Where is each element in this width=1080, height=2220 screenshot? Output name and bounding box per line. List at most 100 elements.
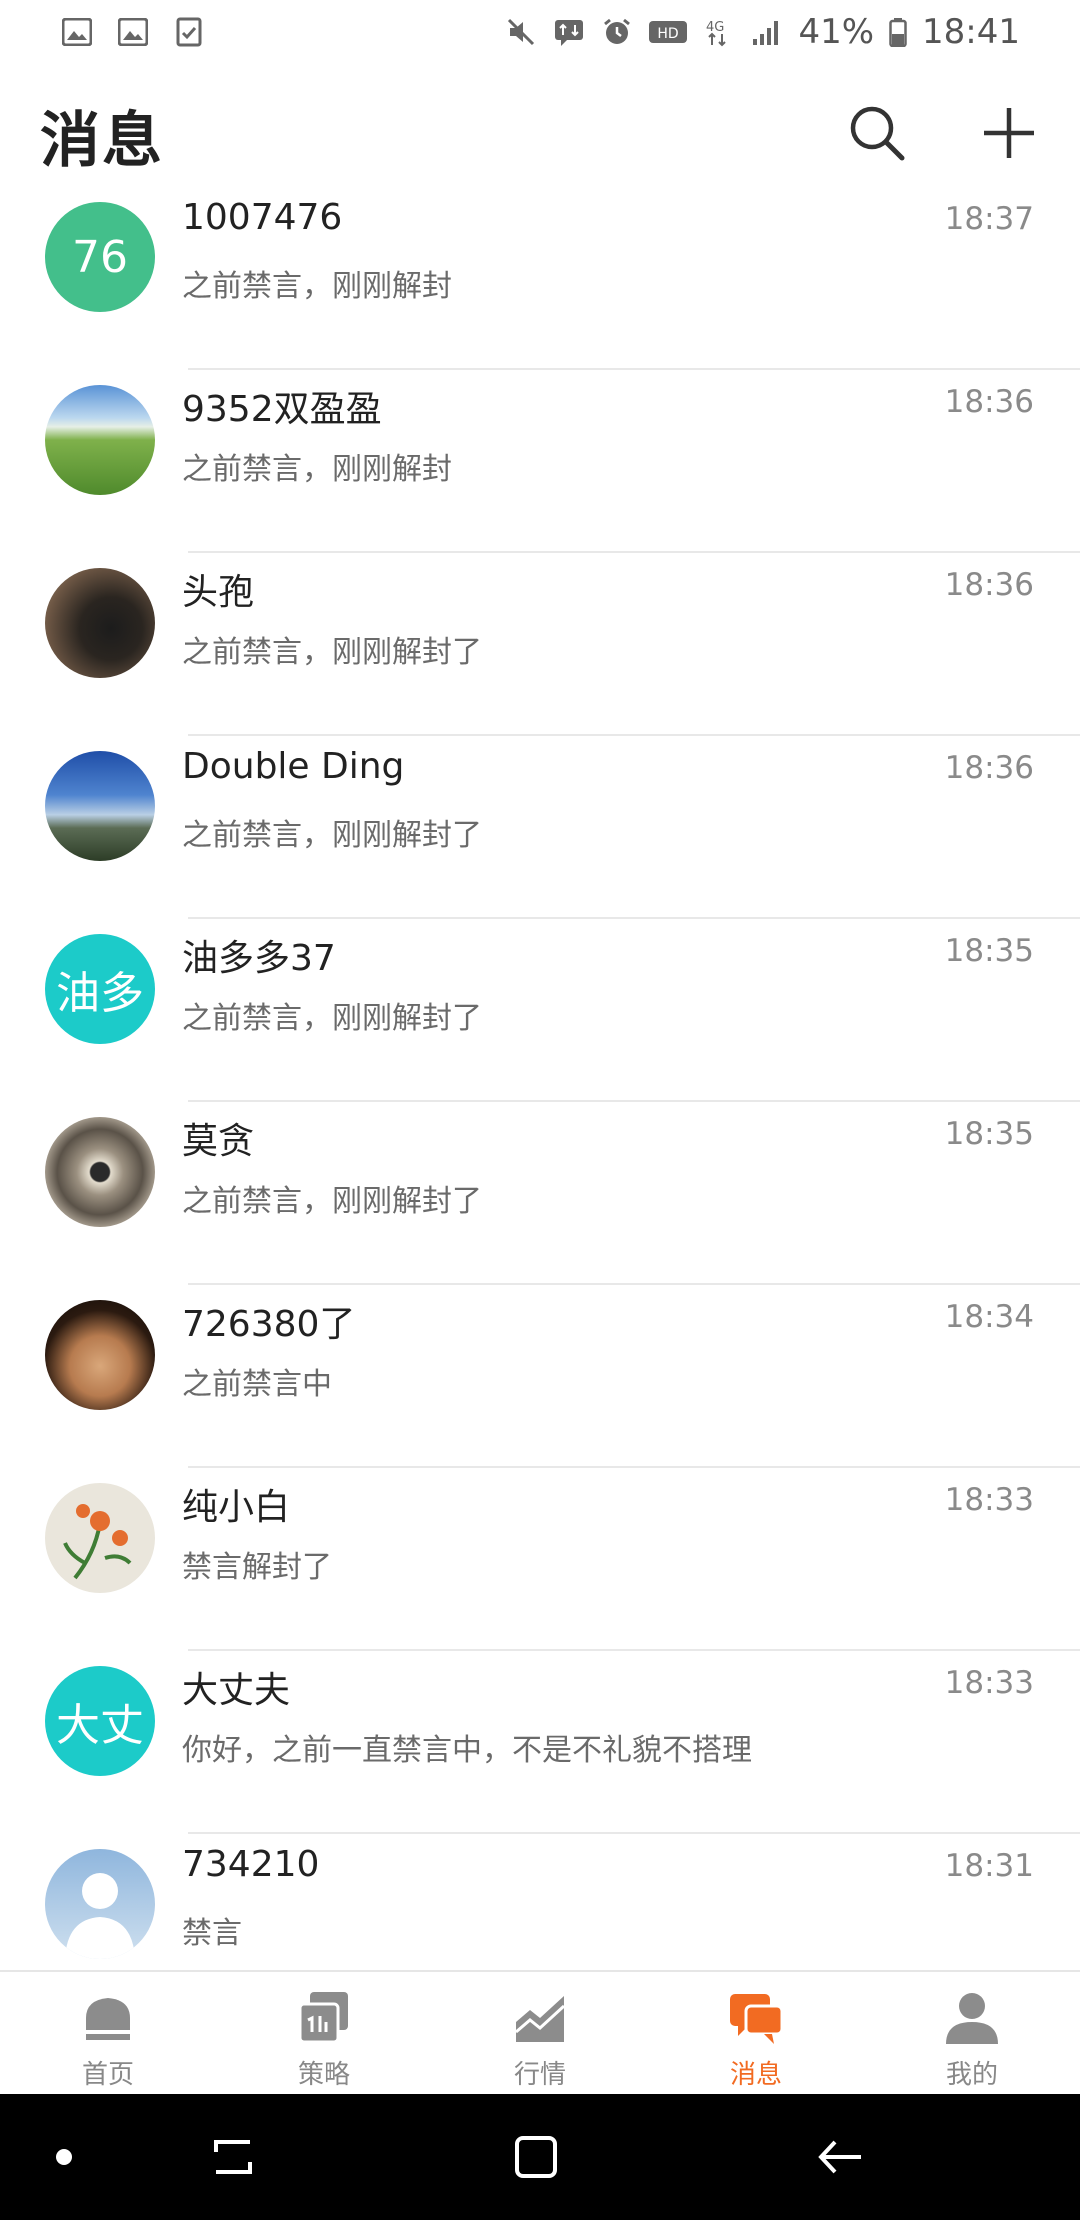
conversation-name: Double Ding — [182, 746, 405, 787]
hd-icon: HD — [648, 17, 688, 47]
search-icon — [848, 104, 906, 166]
dot-icon — [56, 2149, 72, 2165]
avatar — [45, 568, 155, 678]
image-icon — [116, 17, 150, 47]
tab-label: 行情 — [513, 2060, 566, 2090]
conversation-time: 18:37 — [944, 201, 1034, 237]
alarm-icon — [600, 17, 634, 47]
conversation-preview: 禁言解封了 — [182, 1550, 332, 1585]
conversation-preview: 之前禁言中 — [182, 1367, 332, 1402]
conversation-list: 76 1007476 18:37 之前禁言，刚刚解封 9352双盈盈 18:36… — [0, 187, 1080, 2017]
chart-icon — [515, 1996, 566, 2042]
recent-apps-button[interactable] — [203, 2127, 263, 2187]
back-button[interactable] — [810, 2127, 870, 2187]
conversation-name: 9352双盈盈 — [182, 389, 382, 430]
page-title: 消息 — [40, 105, 164, 176]
svg-text:HD: HD — [658, 26, 679, 42]
conversation-time: 18:35 — [944, 1116, 1034, 1152]
conversation-preview: 之前禁言，刚刚解封了 — [182, 635, 482, 670]
avatar — [45, 1849, 155, 1959]
back-icon — [818, 2140, 861, 2174]
conversation-time: 18:33 — [944, 1482, 1034, 1518]
signal-icon — [750, 17, 784, 47]
avatar — [45, 1300, 155, 1410]
conversation-item[interactable]: 大丈 大丈夫 18:33 你好，之前一直禁言中，不是不礼貌不搭理 — [0, 1651, 1080, 1834]
battery-percent: 41% — [798, 12, 875, 52]
conversation-time: 18:31 — [944, 1848, 1034, 1884]
conversation-time: 18:35 — [944, 933, 1034, 969]
status-bar: HD 4G 41% 18:41 — [0, 0, 1080, 64]
conversation-item[interactable]: 9352双盈盈 18:36 之前禁言，刚刚解封 — [0, 370, 1080, 553]
conversation-time: 18:36 — [944, 567, 1034, 603]
plus-icon — [981, 105, 1037, 165]
battery-icon — [888, 17, 908, 47]
app-header: 消息 — [0, 80, 1080, 190]
avatar — [45, 1483, 155, 1593]
home-button[interactable] — [506, 2127, 566, 2187]
status-time: 18:41 — [922, 12, 1020, 52]
conversation-name: 大丈夫 — [182, 1670, 291, 1711]
tab-strategy[interactable]: 策略 — [216, 1972, 432, 2096]
avatar — [45, 751, 155, 861]
conversation-time: 18:36 — [944, 750, 1034, 786]
status-bar-right: HD 4G 41% 18:41 — [504, 12, 1020, 52]
conversation-time: 18:34 — [944, 1299, 1034, 1335]
avatar: 76 — [45, 202, 155, 312]
conversation-name: 726380了 — [182, 1304, 356, 1345]
strategy-icon — [298, 1992, 348, 2044]
flower-icon — [63, 1504, 132, 1580]
conversation-name: 油多多37 — [182, 938, 336, 979]
conversation-item[interactable]: 油多 油多多37 18:35 之前禁言，刚刚解封了 — [0, 919, 1080, 1102]
add-button[interactable] — [978, 104, 1040, 166]
conversation-item[interactable]: 头孢 18:36 之前禁言，刚刚解封了 — [0, 553, 1080, 736]
nav-dot-button[interactable] — [34, 2127, 94, 2187]
recent-apps-icon — [214, 2140, 252, 2174]
conversation-item[interactable]: 纯小白 18:33 禁言解封了 — [0, 1468, 1080, 1651]
conversation-time: 18:33 — [944, 1665, 1034, 1701]
conversation-name: 头孢 — [182, 572, 255, 613]
tab-label: 首页 — [81, 2060, 134, 2090]
tab-label: 策略 — [297, 2060, 350, 2090]
conversation-preview: 之前禁言，刚刚解封了 — [182, 818, 482, 853]
conversation-preview: 之前禁言，刚刚解封了 — [182, 1001, 482, 1036]
conversation-time: 18:36 — [944, 384, 1034, 420]
home-square-icon — [515, 2136, 557, 2178]
conversation-preview: 之前禁言，刚刚解封了 — [182, 1184, 482, 1219]
system-nav-bar — [0, 2094, 1080, 2220]
tab-messages[interactable]: 消息 — [648, 1972, 864, 2096]
status-bar-left — [60, 17, 206, 47]
search-button[interactable] — [846, 104, 908, 166]
conversation-preview: 之前禁言，刚刚解封 — [182, 452, 452, 487]
mute-icon — [504, 17, 538, 47]
home-icon — [86, 1998, 130, 2040]
conversation-item[interactable]: 76 1007476 18:37 之前禁言，刚刚解封 — [0, 187, 1080, 370]
tab-profile[interactable]: 我的 — [864, 1972, 1080, 2096]
conversation-name: 纯小白 — [182, 1487, 291, 1528]
tab-label: 我的 — [945, 2060, 998, 2090]
checklist-icon — [172, 17, 206, 47]
conversation-item[interactable]: 莫贪 18:35 之前禁言，刚刚解封了 — [0, 1102, 1080, 1285]
conversation-preview: 禁言 — [182, 1916, 242, 1951]
network-4g-icon: 4G — [702, 17, 736, 47]
avatar: 大丈 — [45, 1666, 155, 1776]
conversation-item[interactable]: 726380了 18:34 之前禁言中 — [0, 1285, 1080, 1468]
header-actions — [846, 104, 1040, 166]
conversation-preview: 之前禁言，刚刚解封 — [182, 269, 452, 304]
default-user-icon — [65, 1873, 135, 1959]
avatar: 油多 — [45, 934, 155, 1044]
conversation-name: 莫贪 — [182, 1121, 255, 1162]
avatar — [45, 1117, 155, 1227]
tab-market[interactable]: 行情 — [432, 1972, 648, 2096]
conversation-name: 734210 — [182, 1844, 320, 1885]
profile-icon — [946, 1993, 998, 2044]
avatar — [45, 385, 155, 495]
tab-label: 消息 — [729, 2060, 782, 2090]
conversation-preview: 你好，之前一直禁言中，不是不礼貌不搭理 — [182, 1733, 752, 1768]
tab-home[interactable]: 首页 — [0, 1972, 216, 2096]
conversation-item[interactable]: Double Ding 18:36 之前禁言，刚刚解封了 — [0, 736, 1080, 919]
svg-text:4G: 4G — [706, 20, 724, 35]
image-icon — [60, 17, 94, 47]
bottom-tab-bar: 首页 策略 行情 消息 我的 — [0, 1970, 1080, 2096]
chat-icon — [730, 1994, 784, 2044]
conversation-name: 1007476 — [182, 197, 343, 238]
